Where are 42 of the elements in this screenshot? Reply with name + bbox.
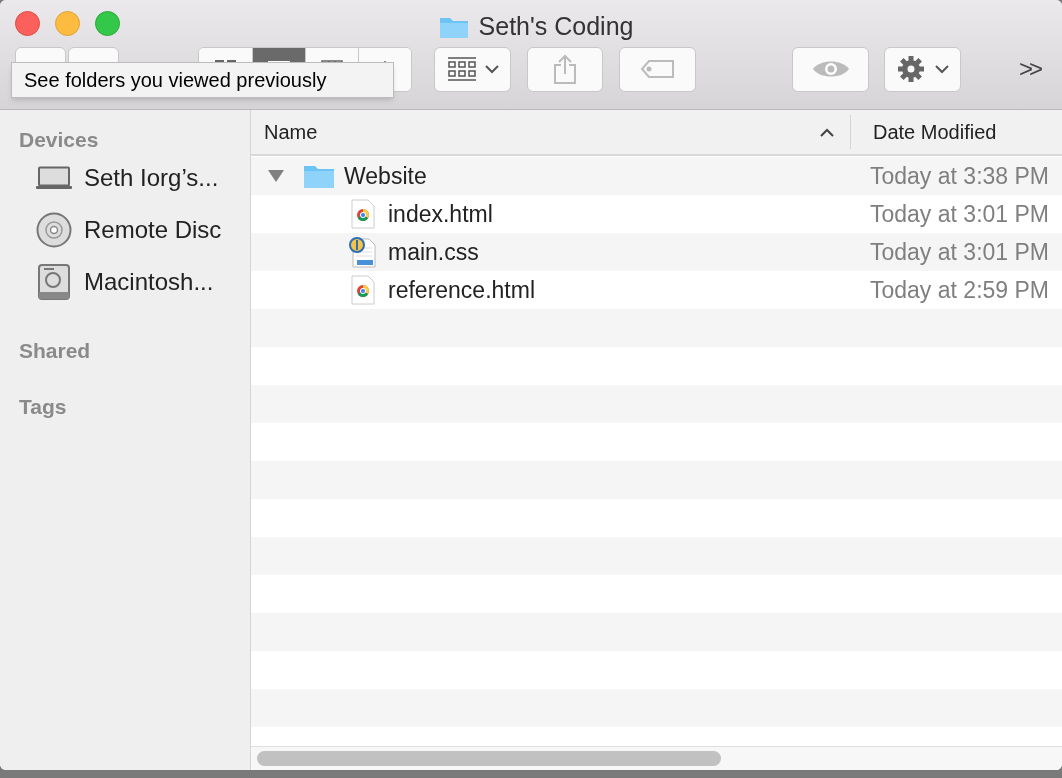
disclosure-triangle-down-icon[interactable]	[267, 169, 285, 183]
chevron-down-icon	[484, 64, 499, 74]
table-row[interactable]: Website Today at 3:38 PM	[251, 157, 1062, 195]
file-name[interactable]: main.css	[388, 234, 479, 270]
document-icon	[351, 275, 375, 305]
tooltip: See folders you viewed previously	[11, 62, 394, 98]
date-cell-text: Today at 2:59 PM	[869, 275, 1049, 305]
arrange-button[interactable]	[434, 46, 511, 92]
file-name[interactable]: reference.html	[388, 272, 535, 308]
share-icon	[553, 54, 577, 84]
sort-ascending-icon	[820, 127, 834, 137]
scroll-bar[interactable]	[257, 751, 721, 766]
quick-look-button[interactable]	[792, 46, 869, 92]
file-name[interactable]: Website	[344, 158, 427, 194]
action-button[interactable]	[884, 46, 961, 92]
column-header[interactable]: Date Modified	[851, 117, 997, 147]
column-header[interactable]: Name	[251, 115, 851, 149]
grid-icon	[446, 57, 477, 81]
date-cell-text: Today at 3:38 PM	[869, 161, 1049, 191]
sidebar-item[interactable]: Seth Iorg’s...	[84, 160, 219, 196]
share-button[interactable]	[527, 46, 603, 92]
close-button[interactable]	[15, 10, 40, 36]
tag-button[interactable]	[619, 46, 696, 92]
date-cell-text: Today at 3:01 PM	[869, 237, 1049, 267]
laptop-icon	[36, 166, 72, 190]
gear-icon	[896, 55, 925, 83]
minimize-button[interactable]	[55, 10, 80, 36]
overflow-button[interactable]: >>	[1019, 51, 1040, 87]
document-icon	[351, 199, 375, 229]
folder-icon	[303, 163, 335, 189]
date-cell-text: Today at 3:01 PM	[869, 199, 1049, 229]
sidebar-item[interactable]: Macintosh...	[84, 264, 214, 300]
hard-drive-icon	[37, 264, 71, 300]
window-title: Seth's Coding	[478, 11, 634, 42]
sidebar-item[interactable]: Remote Disc	[84, 212, 222, 248]
table-row[interactable]: main.css Today at 3:01 PM	[251, 233, 1062, 271]
text-document-icon	[348, 236, 378, 268]
disc-icon	[36, 212, 72, 248]
file-name[interactable]: index.html	[388, 196, 493, 232]
zoom-button[interactable]	[95, 10, 120, 36]
tag-icon	[639, 59, 676, 79]
chevron-down-icon	[934, 64, 949, 74]
